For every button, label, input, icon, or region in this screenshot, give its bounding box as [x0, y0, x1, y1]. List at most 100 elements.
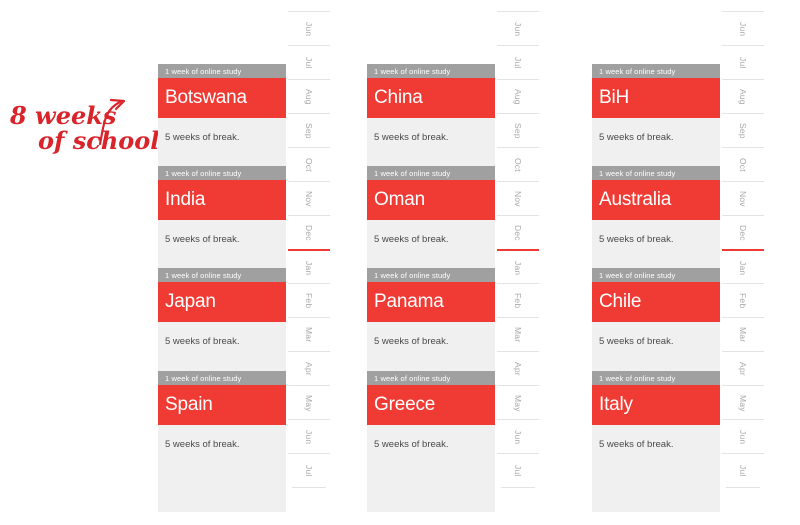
- month-cell: Apr: [497, 351, 539, 385]
- country-name-label: Spain: [165, 394, 213, 415]
- month-cell: Oct: [497, 147, 539, 181]
- country-name-bar[interactable]: BiH: [592, 78, 720, 118]
- month-label: Apr: [513, 362, 523, 376]
- country-name-label: Botswana: [165, 87, 247, 108]
- country-name-bar[interactable]: Chile: [592, 282, 720, 322]
- column-1-month-axis: Jun Jul Aug Sep Oct Nov Dec Jan Feb Mar Apr May Jun J…: [288, 0, 330, 525]
- country-name-bar[interactable]: Oman: [367, 180, 495, 220]
- month-label: Sep: [304, 123, 314, 139]
- country-name-bar[interactable]: China: [367, 78, 495, 118]
- month-label: Mar: [513, 327, 523, 343]
- country-name-bar[interactable]: Botswana: [158, 78, 286, 118]
- country-name-label: Greece: [374, 394, 436, 415]
- month-cell: May: [722, 385, 764, 419]
- month-cell: Aug: [288, 79, 330, 113]
- break-period-label: 5 weeks of break.: [165, 439, 240, 450]
- month-cell: Sep: [497, 113, 539, 147]
- online-study-label: 1 week of online study: [165, 66, 242, 76]
- country-block[interactable]: 1 week of online study Italy 5 weeks of br…: [592, 371, 720, 512]
- break-period-label: 5 weeks of break.: [599, 439, 674, 450]
- break-period-label: 5 weeks of break.: [165, 132, 240, 143]
- month-cell: Mar: [497, 317, 539, 351]
- month-label: Jun: [738, 21, 748, 37]
- country-name-label: Japan: [165, 291, 216, 312]
- country-name-bar[interactable]: Panama: [367, 282, 495, 322]
- month-label: Dec: [513, 225, 523, 241]
- online-study-bar: 1 week of online study: [158, 166, 286, 180]
- month-label: Aug: [738, 89, 748, 105]
- month-label: Feb: [304, 293, 314, 309]
- country-name-label: Australia: [599, 189, 672, 210]
- month-label: Dec: [738, 225, 748, 241]
- break-period-label: 5 weeks of break.: [374, 132, 449, 143]
- month-cell: Jun: [288, 11, 330, 45]
- month-cell: Apr: [288, 351, 330, 385]
- country-name-bar[interactable]: Italy: [592, 385, 720, 425]
- online-study-bar: 1 week of online study: [592, 268, 720, 282]
- month-cell: Jul: [497, 453, 539, 487]
- month-cell: Oct: [288, 147, 330, 181]
- month-cell: Mar: [288, 317, 330, 351]
- online-study-bar: 1 week of online study: [367, 166, 495, 180]
- month-axis-end-rule: [726, 487, 760, 488]
- online-study-bar: 1 week of online study: [158, 64, 286, 78]
- month-cell: Dec: [497, 215, 539, 249]
- online-study-label: 1 week of online study: [165, 270, 242, 280]
- month-label: Jul: [513, 465, 523, 477]
- month-label: Jan: [304, 260, 314, 276]
- month-axis-end-rule: [292, 487, 326, 488]
- month-label: Apr: [738, 362, 748, 376]
- month-cell: Nov: [497, 181, 539, 215]
- country-name-bar[interactable]: Australia: [592, 180, 720, 220]
- month-cell: Feb: [722, 283, 764, 317]
- country-name-bar[interactable]: Spain: [158, 385, 286, 425]
- country-name-label: Italy: [599, 394, 633, 415]
- online-study-label: 1 week of online study: [599, 66, 676, 76]
- month-label: Jun: [513, 21, 523, 37]
- month-label: Apr: [304, 362, 314, 376]
- month-cell: Jun: [722, 419, 764, 453]
- month-cell: Aug: [497, 79, 539, 113]
- country-block[interactable]: 1 week of online study Greece 5 weeks of b…: [367, 371, 495, 512]
- country-block[interactable]: 1 week of online study Spain 5 weeks of br…: [158, 371, 286, 512]
- online-study-label: 1 week of online study: [374, 66, 451, 76]
- month-cell: Sep: [288, 113, 330, 147]
- month-cell: Nov: [288, 181, 330, 215]
- month-label: Dec: [304, 225, 314, 241]
- month-label: Jan: [738, 260, 748, 276]
- break-period-box: 5 weeks of break.: [367, 425, 495, 512]
- month-cell: Feb: [288, 283, 330, 317]
- month-label: Jan: [513, 260, 523, 276]
- online-study-label: 1 week of online study: [599, 373, 676, 383]
- month-cell: Jul: [288, 45, 330, 79]
- break-period-box: 5 weeks of break.: [158, 425, 286, 512]
- month-label: Feb: [738, 293, 748, 309]
- month-label: Jun: [304, 21, 314, 37]
- country-name-bar[interactable]: India: [158, 180, 286, 220]
- break-period-label: 5 weeks of break.: [374, 439, 449, 450]
- month-label: Oct: [513, 158, 523, 172]
- break-period-label: 5 weeks of break.: [599, 336, 674, 347]
- month-label: Sep: [738, 123, 748, 139]
- country-name-label: Panama: [374, 291, 444, 312]
- month-label: Jul: [738, 465, 748, 477]
- online-study-bar: 1 week of online study: [367, 268, 495, 282]
- month-cell: Jul: [722, 45, 764, 79]
- month-label: May: [304, 394, 314, 412]
- month-label: Oct: [304, 158, 314, 172]
- month-label: Nov: [738, 191, 748, 207]
- month-cell: Jun: [497, 419, 539, 453]
- country-name-bar[interactable]: Greece: [367, 385, 495, 425]
- break-period-box: 5 weeks of break.: [592, 425, 720, 512]
- break-period-label: 5 weeks of break.: [374, 234, 449, 245]
- month-label: Oct: [738, 158, 748, 172]
- country-name-label: Oman: [374, 189, 425, 210]
- annotation-svg: 8 weeks of school: [9, 98, 158, 155]
- country-name-bar[interactable]: Japan: [158, 282, 286, 322]
- month-label: Jul: [304, 465, 314, 477]
- column-3-month-axis: Jun Jul Aug Sep Oct Nov Dec Jan Feb Mar Apr May Jun J…: [722, 0, 764, 525]
- month-cell: Mar: [722, 317, 764, 351]
- break-period-label: 5 weeks of break.: [599, 234, 674, 245]
- online-study-bar: 1 week of online study: [158, 268, 286, 282]
- online-study-bar: 1 week of online study: [158, 371, 286, 385]
